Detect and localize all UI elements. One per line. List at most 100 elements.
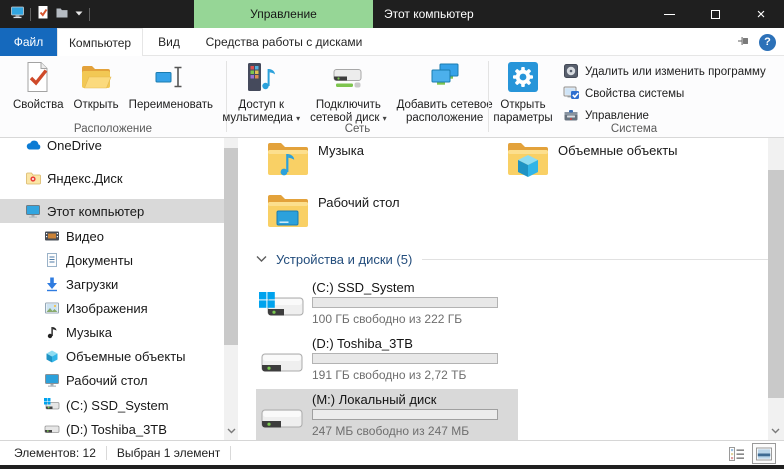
sidebar-item-3d-objects[interactable]: Объемные объекты	[0, 344, 224, 368]
capacity-bar	[312, 353, 498, 364]
uninstall-program-button[interactable]: Удалить или изменить программу	[559, 61, 770, 83]
drive-c-system-icon	[259, 288, 305, 326]
3d-objects-icon	[44, 348, 60, 364]
status-separator	[106, 446, 107, 460]
music-icon	[44, 324, 60, 340]
pin-ribbon-icon[interactable]	[737, 34, 751, 51]
sidebar-item-pictures[interactable]: Изображения	[0, 296, 224, 320]
media-server-icon	[245, 61, 277, 96]
documents-icon	[44, 252, 60, 268]
main-scroll-down-arrow[interactable]	[768, 424, 782, 438]
capacity-bar	[312, 409, 498, 420]
chevron-down-icon[interactable]	[256, 252, 267, 266]
ribbon-group-network: Доступ кмультимедиа ▾ Подключитьсетевой …	[227, 56, 488, 137]
uninstall-program-icon	[563, 63, 579, 82]
contextual-tab-manage[interactable]: Управление	[194, 0, 373, 28]
items-count: Элементов: 12	[14, 446, 96, 460]
sidebar-item-yandex-disk[interactable]: Яндекс.Диск	[0, 166, 224, 190]
drive-tile-d[interactable]: (D:) Toshiba_3TB 191 ГБ свободно из 2,72…	[256, 333, 518, 386]
tab-view[interactable]: Вид	[143, 28, 195, 56]
rename-button[interactable]: Переименовать	[124, 60, 218, 113]
file-list: Музыка Объемные объекты Рабочий стол Уст…	[240, 138, 768, 440]
quick-access-toolbar	[10, 0, 90, 28]
open-folder-icon	[80, 61, 112, 96]
system-properties-button[interactable]: Свойства системы	[559, 83, 770, 105]
sidebar-item-videos[interactable]: Видео	[0, 224, 224, 248]
ribbon-group-location: Свойства Открыть Переименовать Расположе…	[0, 56, 226, 137]
sidebar-scrollbar-thumb[interactable]	[224, 148, 238, 345]
drive-d-icon	[259, 344, 305, 382]
section-header-devices: Устройства и диски (5)	[256, 250, 784, 268]
drive-tile-c[interactable]: (C:) SSD_System 100 ГБ свободно из 222 Г…	[256, 277, 518, 330]
sidebar-item-this-pc[interactable]: Этот компьютер	[0, 199, 224, 223]
group-label-system: Система	[489, 123, 779, 135]
yandex-disk-icon	[25, 170, 41, 186]
sidebar-item-drive-d[interactable]: (D:) Toshiba_3TB	[0, 417, 224, 440]
open-settings-button[interactable]: Открытьпараметры	[492, 60, 554, 126]
capacity-bar	[312, 297, 498, 308]
sidebar-item-drive-c[interactable]: (C:) SSD_System	[0, 393, 224, 417]
titlebar: Управление Этот компьютер ×	[0, 0, 784, 28]
add-network-location-button[interactable]: Добавить сетевоерасположение	[392, 60, 498, 126]
tab-file[interactable]: Файл	[0, 28, 57, 56]
section-title: Устройства и диски (5)	[276, 252, 412, 267]
qat-customize-dropdown-icon[interactable]	[74, 7, 84, 22]
close-button[interactable]: ×	[738, 0, 784, 28]
sidebar-scroll-down-arrow[interactable]	[224, 424, 238, 438]
qat-properties-icon[interactable]	[36, 5, 50, 23]
settings-gear-icon	[507, 61, 539, 96]
status-bar: Элементов: 12 Выбран 1 элемент	[0, 440, 784, 465]
folder-tile-music[interactable]: Музыка	[267, 138, 495, 186]
close-icon: ×	[757, 7, 766, 22]
media-access-button[interactable]: Доступ кмультимедиа ▾	[217, 60, 305, 126]
3d-objects-folder-icon	[507, 140, 549, 180]
sidebar-item-music[interactable]: Музыка	[0, 320, 224, 344]
sidebar-scrollbar	[224, 138, 238, 440]
section-divider	[422, 259, 784, 260]
main-scrollbar	[768, 138, 784, 440]
tab-computer[interactable]: Компьютер	[57, 28, 143, 56]
drive-m-icon	[259, 400, 305, 438]
downloads-icon	[44, 276, 60, 292]
main-scrollbar-thumb[interactable]	[768, 170, 784, 398]
properties-icon	[22, 61, 54, 96]
tab-disk-tools[interactable]: Средства работы с дисками	[195, 28, 373, 56]
thumbnail-view-button[interactable]	[752, 443, 776, 464]
properties-button[interactable]: Свойства	[8, 60, 69, 113]
ribbon: Свойства Открыть Переименовать Расположе…	[0, 56, 784, 138]
rename-icon	[155, 61, 187, 96]
desktop-folder-icon	[267, 192, 309, 232]
maximize-button[interactable]	[692, 0, 738, 28]
group-label-location: Расположение	[0, 123, 226, 135]
window-title: Этот компьютер	[384, 0, 474, 28]
selection-count: Выбран 1 элемент	[117, 446, 220, 460]
qat-separator	[89, 8, 90, 21]
videos-icon	[44, 228, 60, 244]
drive-tile-m[interactable]: (M:) Локальный диск 247 МБ свободно из 2…	[256, 389, 518, 442]
network-location-icon	[429, 61, 461, 96]
music-folder-icon	[267, 140, 309, 180]
minimize-icon	[664, 14, 675, 15]
sidebar-item-desktop[interactable]: Рабочий стол	[0, 368, 224, 392]
folder-tile-desktop[interactable]: Рабочий стол	[267, 190, 495, 238]
explorer-window: Управление Этот компьютер × Файл Компьют…	[0, 0, 784, 469]
help-icon[interactable]: ?	[759, 34, 776, 51]
sidebar-item-onedrive[interactable]: OneDrive	[0, 138, 224, 157]
computer-icon	[25, 203, 41, 219]
map-network-drive-button[interactable]: Подключитьсетевой диск ▾	[305, 60, 391, 126]
drive-c-icon	[44, 397, 60, 413]
onedrive-icon	[25, 138, 41, 153]
ribbon-tab-row: Файл Компьютер Вид Средства работы с дис…	[0, 28, 784, 56]
details-view-button[interactable]	[725, 443, 749, 464]
this-pc-icon[interactable]	[10, 5, 25, 23]
ribbon-group-system: Открытьпараметры Удалить или изменить пр…	[489, 56, 784, 137]
folder-tile-3d-objects[interactable]: Объемные объекты	[507, 138, 735, 186]
sidebar-item-documents[interactable]: Документы	[0, 248, 224, 272]
status-separator	[230, 446, 231, 460]
sidebar-item-downloads[interactable]: Загрузки	[0, 272, 224, 296]
open-button[interactable]: Открыть	[69, 60, 124, 113]
qat-new-folder-icon[interactable]	[55, 5, 69, 23]
window-controls: ×	[646, 0, 784, 28]
minimize-button[interactable]	[646, 0, 692, 28]
dropdown-arrow-icon: ▾	[296, 114, 300, 123]
